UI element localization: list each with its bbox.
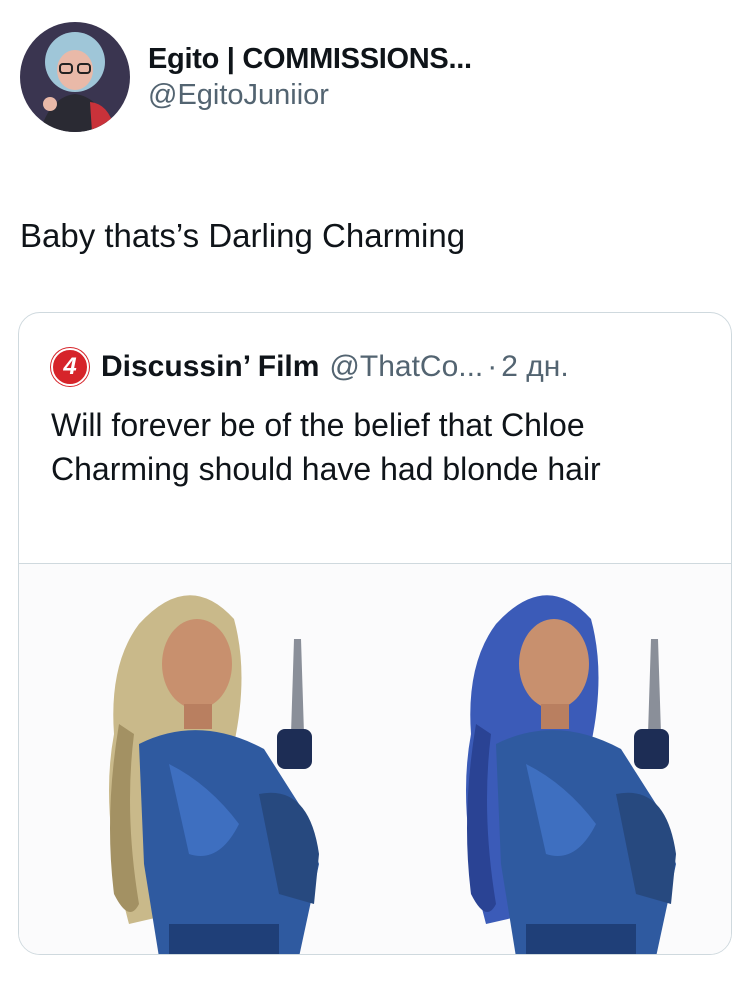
media-image-blue[interactable] xyxy=(376,564,731,954)
quoted-tweet[interactable]: 4 Discussin’ Film @ThatCo... · 2 дн. Wil… xyxy=(18,312,732,955)
quoted-tweet-header: 4 Discussin’ Film @ThatCo... · 2 дн. xyxy=(51,347,569,387)
character-blue-hair-image xyxy=(376,564,731,954)
cartoon-avatar-icon xyxy=(20,22,130,132)
tweet-header: Egito | COMMISSIONS... @EgitoJuniior xyxy=(20,22,720,132)
quoted-media[interactable] xyxy=(19,563,731,954)
quoted-timestamp[interactable]: 2 дн. xyxy=(501,347,568,387)
discussing-film-logo-icon[interactable]: 4 xyxy=(51,348,89,386)
separator-dot: · xyxy=(487,350,498,383)
author-display-name[interactable]: Egito | COMMISSIONS... xyxy=(148,41,472,77)
author-avatar[interactable] xyxy=(20,22,130,132)
quoted-display-name[interactable]: Discussin’ Film xyxy=(101,347,319,387)
logo-glyph: 4 xyxy=(63,353,77,380)
quoted-tweet-text: Will forever be of the belief that Chloe… xyxy=(51,407,601,487)
character-blonde-hair-image xyxy=(19,564,376,954)
quoted-handle[interactable]: @ThatCo... xyxy=(329,347,483,387)
tweet-text: Baby thats’s Darling Charming xyxy=(20,217,466,254)
author-handle[interactable]: @EgitoJuniior xyxy=(148,77,472,113)
media-image-blonde[interactable] xyxy=(19,564,376,954)
